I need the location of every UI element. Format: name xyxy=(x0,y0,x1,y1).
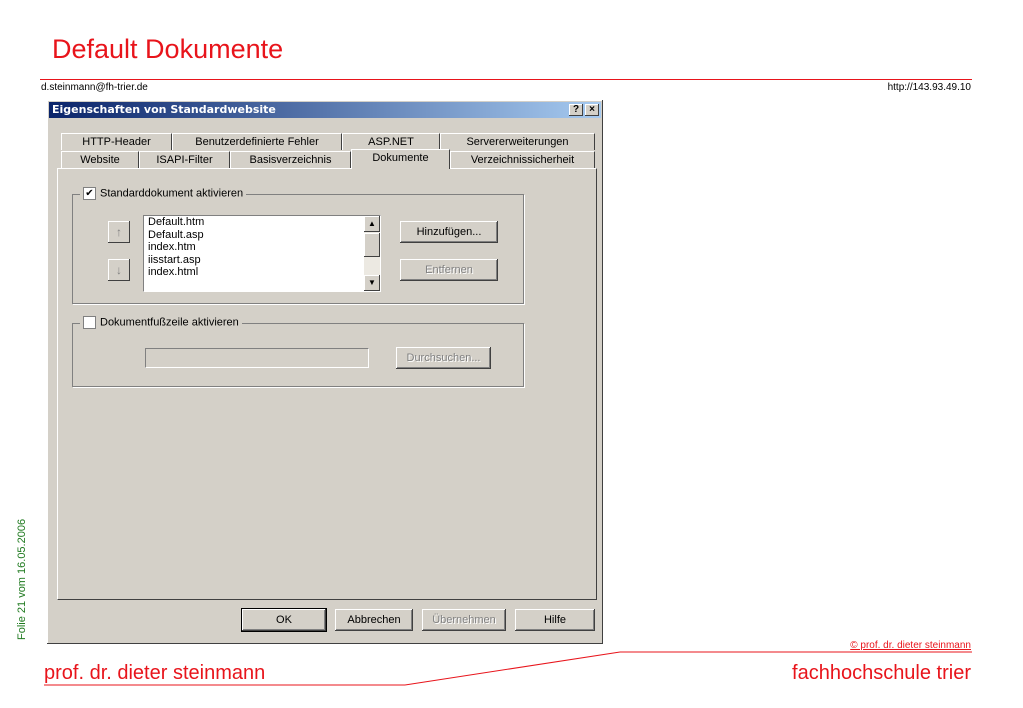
ok-button[interactable]: OK xyxy=(241,608,327,632)
properties-dialog: Eigenschaften von Standardwebsite ? × HT… xyxy=(47,100,603,644)
default-docs-checkbox[interactable]: ✔ xyxy=(83,187,96,200)
add-button[interactable]: Hinzufügen... xyxy=(400,221,498,243)
help-button[interactable]: Hilfe xyxy=(515,609,595,631)
tab-custom-errors[interactable]: Benutzerdefinierte Fehler xyxy=(172,133,342,150)
scroll-down-icon[interactable]: ▼ xyxy=(364,275,380,291)
browse-button[interactable]: Durchsuchen... xyxy=(396,347,491,369)
scroll-up-icon[interactable]: ▲ xyxy=(364,216,380,232)
doc-footer-label: Dokumentfußzeile aktivieren xyxy=(100,316,239,329)
apply-button[interactable]: Übernehmen xyxy=(422,609,506,631)
list-item[interactable]: index.htm xyxy=(144,241,380,254)
documents-panel: ✔ Standarddokument aktivieren ↑ ↓ Default… xyxy=(57,168,597,600)
default-docs-list[interactable]: Default.htm Default.asp index.htm iissta… xyxy=(143,215,381,292)
header-email: d.steinmann@fh-trier.de xyxy=(41,82,148,93)
doc-footer-checkbox[interactable] xyxy=(83,316,96,329)
footer-author: prof. dr. dieter steinmann xyxy=(44,662,266,684)
list-scrollbar[interactable]: ▲ ▼ xyxy=(364,216,380,291)
help-icon[interactable]: ? xyxy=(569,104,583,116)
move-down-button[interactable]: ↓ xyxy=(108,259,130,281)
default-docs-label: Standarddokument aktivieren xyxy=(100,187,244,200)
scroll-thumb[interactable] xyxy=(364,233,380,257)
tab-server-extensions[interactable]: Servererweiterungen xyxy=(440,133,595,150)
tab-documents[interactable]: Dokumente xyxy=(351,149,450,169)
header-line xyxy=(40,79,972,80)
move-up-button[interactable]: ↑ xyxy=(108,221,130,243)
tab-website[interactable]: Website xyxy=(61,151,139,168)
tab-http-header[interactable]: HTTP-Header xyxy=(61,133,172,150)
list-item[interactable]: Default.htm xyxy=(144,216,380,229)
slide-title: Default Dokumente xyxy=(52,34,284,64)
copyright-text: © prof. dr. dieter steinmann xyxy=(850,640,971,651)
list-item[interactable]: index.html xyxy=(144,266,380,279)
list-item[interactable]: Default.asp xyxy=(144,229,380,242)
cancel-button[interactable]: Abbrechen xyxy=(335,609,413,631)
tab-home-directory[interactable]: Basisverzeichnis xyxy=(230,151,351,168)
remove-button[interactable]: Entfernen xyxy=(400,259,498,281)
arrow-up-icon: ↑ xyxy=(116,225,122,239)
list-item[interactable]: iisstart.asp xyxy=(144,254,380,267)
slide-number-label: Folie 21 vom 16.05.2006 xyxy=(16,518,28,640)
tab-aspnet[interactable]: ASP.NET xyxy=(342,133,440,150)
dialog-title: Eigenschaften von Standardwebsite xyxy=(52,103,276,116)
tab-isapi-filter[interactable]: ISAPI-Filter xyxy=(139,151,230,168)
doc-footer-checkbox-row[interactable]: Dokumentfußzeile aktivieren xyxy=(80,316,242,329)
dialog-titlebar[interactable]: Eigenschaften von Standardwebsite ? × xyxy=(49,102,601,118)
close-icon[interactable]: × xyxy=(585,104,599,116)
doc-footer-path-input[interactable] xyxy=(145,348,369,368)
default-docs-checkbox-row[interactable]: ✔ Standarddokument aktivieren xyxy=(80,187,247,200)
arrow-down-icon: ↓ xyxy=(116,263,122,277)
footer-institution: fachhochschule trier xyxy=(792,662,971,684)
tab-directory-security[interactable]: Verzeichnissicherheit xyxy=(450,151,595,168)
header-url: http://143.93.49.10 xyxy=(887,82,971,93)
